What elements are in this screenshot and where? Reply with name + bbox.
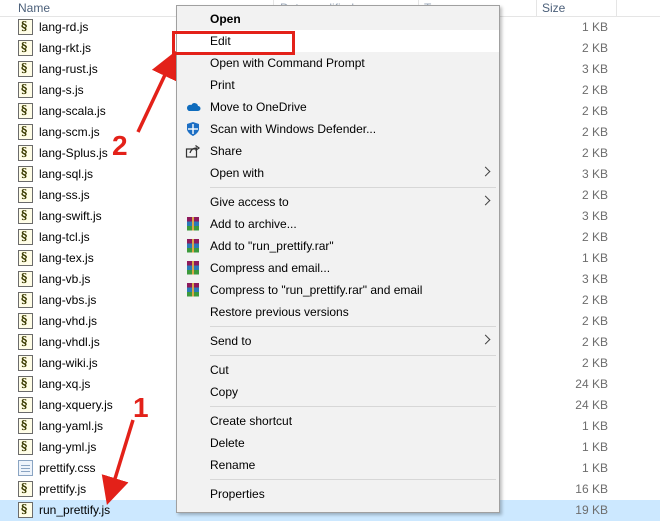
menu-item-label: Properties	[210, 487, 265, 501]
submenu-chevron-icon	[480, 166, 491, 177]
winrar-icon	[185, 282, 201, 298]
annotation-arrow-2	[136, 50, 178, 133]
menu-item-send-to[interactable]: Send to	[177, 330, 499, 352]
menu-item-label: Restore previous versions	[210, 305, 349, 319]
windows-defender-icon	[185, 121, 201, 137]
winrar-icon	[185, 260, 201, 276]
menu-item-label: Add to archive...	[210, 217, 297, 231]
menu-item-delete[interactable]: Delete	[177, 432, 499, 454]
menu-item-add-to-run-prettify-rar[interactable]: Add to "run_prettify.rar"	[177, 235, 499, 257]
menu-item-compress-and-email[interactable]: Compress and email...	[177, 257, 499, 279]
menu-separator	[210, 187, 496, 188]
menu-item-label: Rename	[210, 458, 256, 472]
menu-separator	[210, 479, 496, 480]
menu-separator	[210, 355, 496, 356]
menu-item-label: Cut	[210, 363, 229, 377]
submenu-chevron-icon	[480, 334, 491, 345]
menu-item-rename[interactable]: Rename	[177, 454, 499, 476]
menu-item-label: Scan with Windows Defender...	[210, 122, 377, 136]
menu-item-create-shortcut[interactable]: Create shortcut	[177, 410, 499, 432]
edit-highlight-box	[172, 31, 295, 55]
winrar-icon	[185, 216, 201, 232]
menu-item-scan-with-windows-defender[interactable]: Scan with Windows Defender...	[177, 118, 499, 140]
menu-item-label: Compress and email...	[210, 261, 331, 275]
menu-item-compress-to-run-prettify-rar-and-email[interactable]: Compress to "run_prettify.rar" and email	[177, 279, 499, 301]
menu-item-give-access-to[interactable]: Give access to	[177, 191, 499, 213]
menu-item-label: Compress to "run_prettify.rar" and email	[210, 283, 423, 297]
annotation-arrow-1	[101, 419, 135, 506]
menu-item-add-to-archive[interactable]: Add to archive...	[177, 213, 499, 235]
menu-item-open-with[interactable]: Open with	[177, 162, 499, 184]
menu-item-label: Open with	[210, 166, 265, 180]
menu-separator	[210, 406, 496, 407]
submenu-chevron-icon	[480, 195, 491, 206]
menu-item-copy[interactable]: Copy	[177, 381, 499, 403]
menu-item-label: Give access to	[210, 195, 289, 209]
menu-item-label: Print	[210, 78, 235, 92]
menu-item-label: Open	[210, 12, 241, 26]
menu-item-label: Share	[210, 144, 243, 158]
context-menu: Open Edit Open with Command Prompt Print Mov…	[176, 5, 500, 513]
menu-item-label: Move to OneDrive	[210, 100, 307, 114]
winrar-icon	[185, 238, 201, 254]
menu-item-restore-previous-versions[interactable]: Restore previous versions	[177, 301, 499, 323]
menu-item-share[interactable]: Share	[177, 140, 499, 162]
menu-item-label: Delete	[210, 436, 245, 450]
step-1-label: 1	[133, 392, 149, 423]
share-icon	[185, 143, 201, 159]
step-2-label: 2	[112, 130, 128, 161]
menu-item-cut[interactable]: Cut	[177, 359, 499, 381]
menu-item-label: Send to	[210, 334, 252, 348]
menu-item-properties[interactable]: Properties	[177, 483, 499, 505]
menu-item-label: Copy	[210, 385, 239, 399]
menu-separator	[210, 326, 496, 327]
menu-item-move-to-onedrive[interactable]: Move to OneDrive	[177, 96, 499, 118]
menu-item-label: Open with Command Prompt	[210, 56, 365, 70]
menu-item-label: Add to "run_prettify.rar"	[210, 239, 334, 253]
onedrive-cloud-icon	[185, 99, 201, 115]
menu-item-open-with-command-prompt[interactable]: Open with Command Prompt	[177, 52, 499, 74]
menu-item-label: Create shortcut	[210, 414, 293, 428]
menu-item-print[interactable]: Print	[177, 74, 499, 96]
menu-item-open[interactable]: Open	[177, 8, 499, 30]
